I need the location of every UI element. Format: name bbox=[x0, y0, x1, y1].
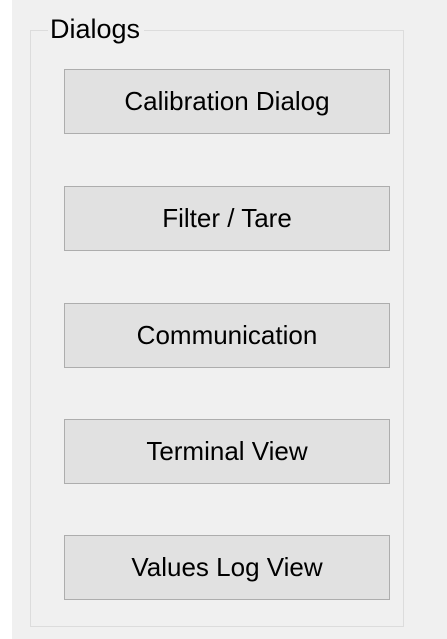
filter-tare-button[interactable]: Filter / Tare bbox=[64, 186, 390, 251]
terminal-view-button[interactable]: Terminal View bbox=[64, 419, 390, 484]
calibration-dialog-button[interactable]: Calibration Dialog bbox=[64, 69, 390, 134]
panel-left-margin bbox=[0, 0, 12, 639]
values-log-view-button[interactable]: Values Log View bbox=[64, 535, 390, 600]
communication-button[interactable]: Communication bbox=[64, 303, 390, 368]
dialogs-panel: Dialogs Calibration Dialog Filter / Tare… bbox=[0, 0, 447, 639]
groupbox-title: Dialogs bbox=[48, 12, 145, 46]
